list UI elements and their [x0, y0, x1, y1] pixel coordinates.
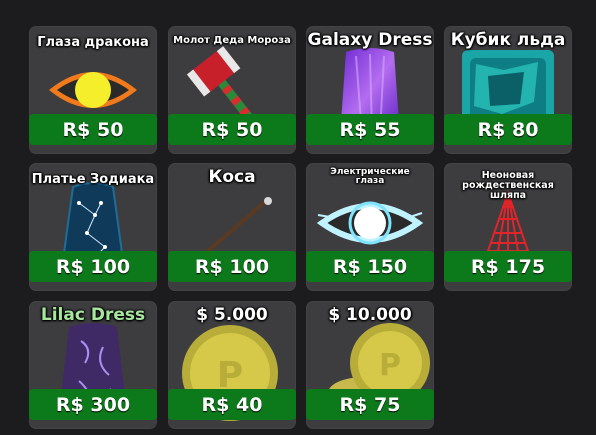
item-title: $ 10.000: [328, 305, 412, 325]
item-title: Коса: [208, 167, 256, 187]
price-button[interactable]: R$ 50: [168, 114, 296, 145]
item-title: Кубик льда: [450, 30, 566, 50]
price-button[interactable]: R$ 175: [444, 251, 572, 282]
item-title: Lilac Dress: [40, 305, 146, 325]
item-title: Galaxy Dress: [307, 30, 433, 50]
price-button[interactable]: R$ 40: [168, 389, 296, 420]
item-title: Платье Зодиака: [31, 172, 155, 187]
shop-grid: Глаза дракона R$ 50 Молот Деда Мороза R$…: [0, 0, 596, 435]
shop-item-galaxy-dress[interactable]: Galaxy Dress R$ 55: [306, 26, 434, 154]
shop-item-santa-hammer[interactable]: Молот Деда Мороза R$ 50: [168, 26, 296, 154]
item-title: Электрические глаза: [330, 167, 410, 187]
price-button[interactable]: R$ 80: [444, 114, 572, 145]
item-title: Молот Деда Мороза: [173, 35, 291, 46]
price-button[interactable]: R$ 50: [29, 114, 157, 145]
shop-item-neon-christmas-hat[interactable]: Неоновая рождественская шляпа R$ 175: [444, 163, 572, 291]
item-title: $ 5.000: [196, 305, 268, 325]
shop-item-ice-cube[interactable]: Кубик льда R$ 80: [444, 26, 572, 154]
shop-item-zodiac-dress[interactable]: Платье Зодиака R$ 100: [29, 163, 157, 291]
price-button[interactable]: R$ 300: [29, 389, 157, 420]
shop-item-money-5000[interactable]: P $ 5.000 R$ 40: [168, 301, 296, 429]
price-button[interactable]: R$ 75: [306, 389, 434, 420]
shop-item-lilac-dress[interactable]: Lilac Dress R$ 300: [29, 301, 157, 429]
svg-text:P: P: [379, 348, 401, 383]
item-title: Глаза дракона: [37, 35, 149, 50]
price-button[interactable]: R$ 55: [306, 114, 434, 145]
item-title: Неоновая рождественская шляпа: [462, 170, 554, 201]
price-button[interactable]: R$ 100: [29, 251, 157, 282]
price-button[interactable]: R$ 150: [306, 251, 434, 282]
shop-item-electric-eyes[interactable]: Электрические глаза R$ 150: [306, 163, 434, 291]
shop-item-dragon-eyes[interactable]: Глаза дракона R$ 50: [29, 26, 157, 154]
shop-item-scythe[interactable]: Коса R$ 100: [168, 163, 296, 291]
shop-item-money-10000[interactable]: P $ 10.000 R$ 75: [306, 301, 434, 429]
price-button[interactable]: R$ 100: [168, 251, 296, 282]
